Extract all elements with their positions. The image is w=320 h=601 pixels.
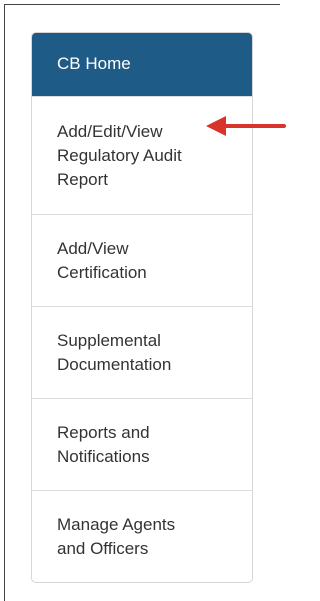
nav-item-label: Add/View Certification [57,238,147,282]
red-left-arrow-icon [206,116,286,136]
nav-item-cb-home[interactable]: CB Home [32,33,252,96]
nav-item-reports-and-notifications[interactable]: Reports and Notifications [32,398,252,490]
nav-item-manage-agents-and-officers[interactable]: Manage Agents and Officers [32,490,252,582]
arrow-head [206,116,226,136]
nav-item-label: Add/Edit/View Regulatory Audit Report [57,121,182,189]
nav-item-label: Reports and Notifications [57,422,150,466]
nav-item-add-view-certification[interactable]: Add/View Certification [32,214,252,306]
nav-item-label: Manage Agents and Officers [57,514,176,558]
nav-item-supplemental-documentation[interactable]: Supplemental Documentation [32,306,252,398]
nav-item-label: CB Home [57,54,131,73]
nav-item-label: Supplemental Documentation [57,330,172,374]
